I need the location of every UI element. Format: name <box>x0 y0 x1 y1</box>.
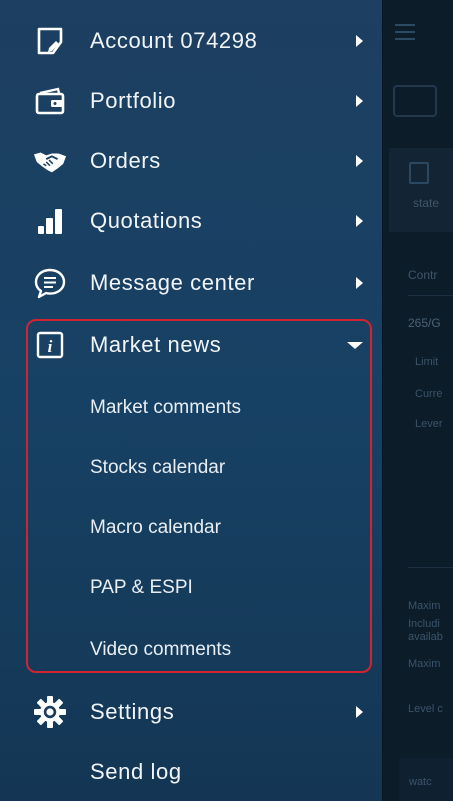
submenu-item-stocks-calendar[interactable]: Stocks calendar <box>0 438 383 498</box>
wallet-icon <box>33 84 67 118</box>
document-icon <box>409 162 429 184</box>
chevron-right-icon <box>356 155 363 167</box>
section-label: Contr <box>408 268 438 282</box>
menu-item-label: Quotations <box>90 208 203 233</box>
submenu-item-market-comments[interactable]: Market comments <box>0 378 383 438</box>
menu-item-account[interactable]: Account 074298 <box>0 11 383 71</box>
account-icon <box>33 24 67 58</box>
menu-item-market-news[interactable]: i Market news <box>0 315 383 375</box>
menu-item-send-log[interactable]: Send log <box>0 742 383 801</box>
chevron-right-icon <box>356 706 363 718</box>
portfolio-wallet-icon <box>393 85 437 117</box>
info-icon: i <box>33 328 67 362</box>
submenu-item-label: Stocks calendar <box>90 457 226 478</box>
menu-item-label: Orders <box>90 148 161 173</box>
menu-item-label: Portfolio <box>90 88 177 113</box>
menu-item-portfolio[interactable]: Portfolio <box>0 71 383 131</box>
svg-text:i: i <box>48 337 53 356</box>
available-label: availab <box>408 631 443 643</box>
menu-item-label: Market news <box>90 332 222 357</box>
maximum-label-2: Maxim <box>408 658 441 670</box>
leverage-label: Lever <box>415 418 443 430</box>
chevron-right-icon <box>356 95 363 107</box>
navigation-drawer: Account 074298 Portfolio Orders Quotatio… <box>0 0 383 801</box>
card-label: state <box>413 196 440 210</box>
maximum-label: Maxim <box>408 600 441 612</box>
menu-item-message-center[interactable]: Message center <box>0 253 383 313</box>
watchlist-button-label: watc <box>409 776 432 788</box>
chevron-right-icon <box>356 35 363 47</box>
current-label: Curre <box>415 388 443 400</box>
menu-item-label: Account 074298 <box>90 28 258 53</box>
menu-item-label: Send log <box>90 759 182 784</box>
app-screen: state Contr 265/G Limit Curre Lever Maxi… <box>0 0 453 801</box>
gear-icon <box>33 695 67 729</box>
submenu-item-video-comments[interactable]: Video comments <box>0 620 383 680</box>
submenu-item-label: Video comments <box>90 639 232 660</box>
menu-item-label: Message center <box>90 270 255 295</box>
menu-item-settings[interactable]: Settings <box>0 682 383 742</box>
chevron-right-icon <box>356 277 363 289</box>
divider <box>408 567 453 568</box>
handshake-icon <box>33 144 67 178</box>
including-label: Includi <box>408 618 440 630</box>
submenu-item-label: Market comments <box>90 397 241 418</box>
limit-label: Limit <box>415 356 439 368</box>
chevron-right-icon <box>356 215 363 227</box>
chevron-down-icon <box>347 341 363 349</box>
watchlist-button[interactable]: watc <box>399 758 453 801</box>
submenu-item-macro-calendar[interactable]: Macro calendar <box>0 498 383 558</box>
main-content-background: state Contr 265/G Limit Curre Lever Maxi… <box>383 0 453 801</box>
submenu-item-label: Macro calendar <box>90 517 221 538</box>
submenu-item-pap-espi[interactable]: PAP & ESPI <box>0 558 383 618</box>
menu-item-orders[interactable]: Orders <box>0 131 383 191</box>
value-label: 265/G <box>408 316 441 330</box>
menu-item-quotations[interactable]: Quotations <box>0 191 383 251</box>
hamburger-menu-icon[interactable] <box>395 24 415 45</box>
chat-bubble-icon <box>33 266 67 300</box>
divider <box>408 295 453 296</box>
bar-chart-icon <box>33 204 67 238</box>
level-label: Level c <box>408 703 443 715</box>
menu-item-label: Settings <box>90 699 175 724</box>
statement-card[interactable]: state <box>389 148 453 232</box>
submenu-item-label: PAP & ESPI <box>90 577 193 598</box>
